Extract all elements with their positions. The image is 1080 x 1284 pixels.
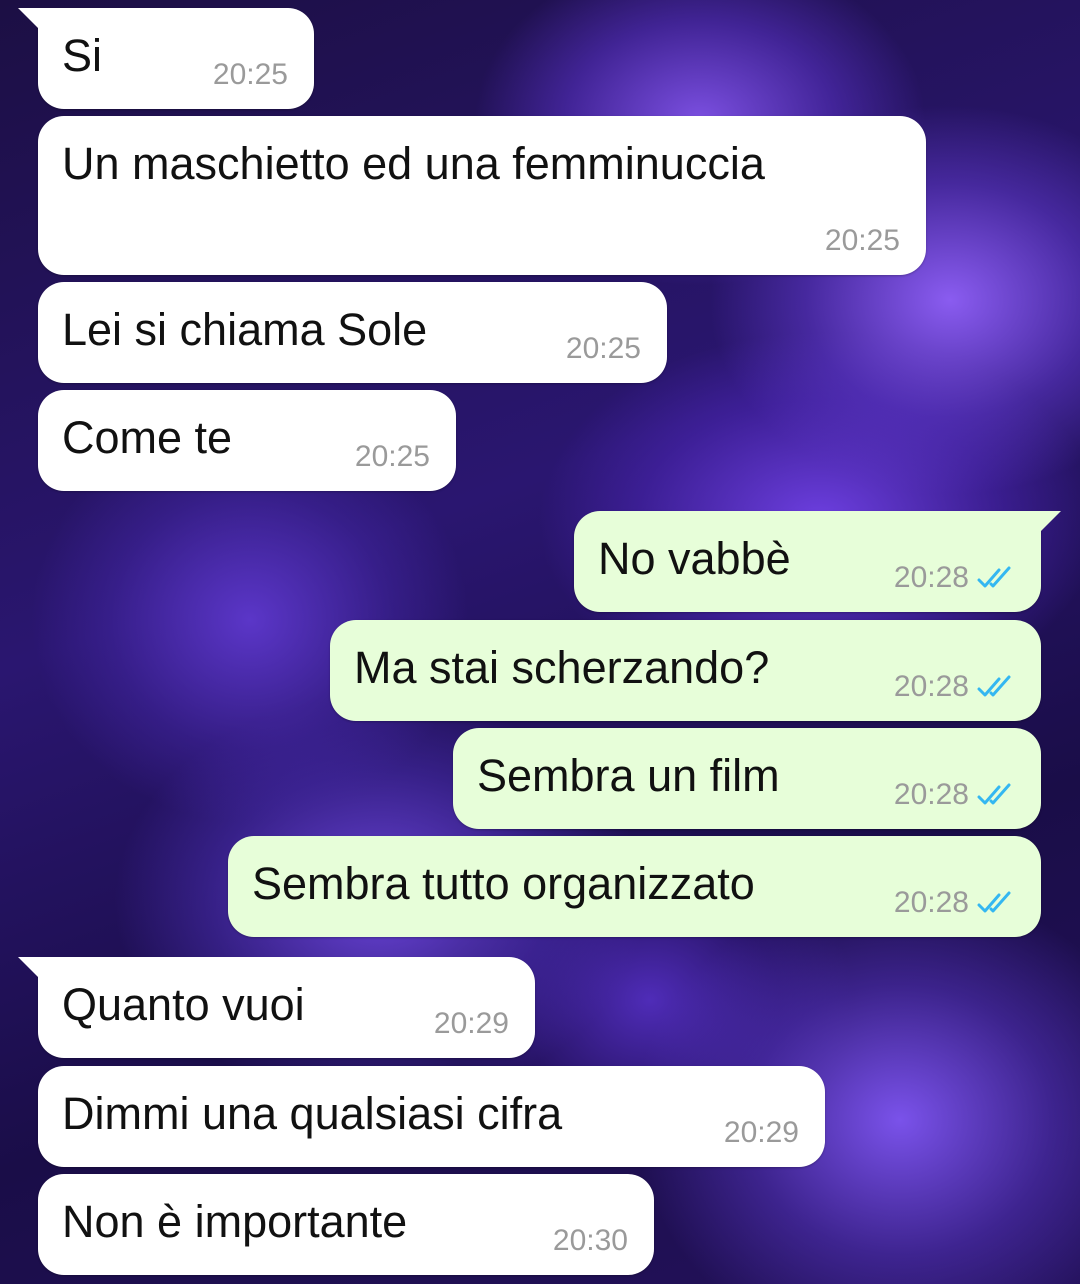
message-time-wrap: 20:28	[894, 887, 1019, 919]
message-text: Un maschietto ed una femminuccia	[62, 138, 765, 189]
message-time: 20:28	[893, 670, 969, 703]
message-time-wrap: 20:29	[434, 1008, 509, 1040]
message-time: 20:28	[893, 886, 969, 919]
message-bubble-incoming[interactable]: Non è importante 20:30	[38, 1174, 654, 1275]
message-text: Lei si chiama Sole	[62, 304, 428, 355]
message-time-wrap: 20:28	[894, 779, 1019, 811]
double-check-icon	[977, 675, 1011, 697]
message-time-wrap: 20:28	[894, 671, 1019, 703]
message-time-wrap: 20:30	[553, 1225, 628, 1257]
message-bubble-incoming[interactable]: Dimmi una qualsiasi cifra 20:29	[38, 1066, 825, 1167]
message-time: 20:25	[565, 332, 641, 365]
message-time: 20:25	[824, 224, 900, 257]
message-time: 20:25	[354, 440, 430, 473]
double-check-icon	[977, 891, 1011, 913]
message-time-wrap: 20:28	[894, 562, 1019, 594]
message-bubble-outgoing[interactable]: No vabbè 20:28	[574, 511, 1061, 612]
double-check-icon	[977, 783, 1011, 805]
message-time-wrap: 20:25	[355, 441, 430, 473]
message-time-wrap: 20:29	[724, 1117, 799, 1149]
message-text: Non è importante	[62, 1196, 408, 1247]
message-bubble-outgoing[interactable]: Sembra un film 20:28	[453, 728, 1041, 829]
message-time: 20:29	[433, 1007, 509, 1040]
message-time-wrap: 20:25	[213, 59, 288, 91]
message-bubble-outgoing[interactable]: Ma stai scherzando? 20:28	[330, 620, 1041, 721]
message-time: 20:25	[212, 58, 288, 91]
message-bubble-incoming[interactable]: Come te 20:25	[38, 390, 456, 491]
message-bubble-incoming[interactable]: Lei si chiama Sole 20:25	[38, 282, 667, 383]
message-time-wrap: 20:25	[825, 225, 900, 257]
chat-area: Si 20:25 Un maschietto ed una femminucci…	[0, 0, 1080, 1284]
message-bubble-incoming[interactable]: Un maschietto ed una femminuccia 20:25	[38, 116, 926, 275]
message-time: 20:28	[893, 778, 969, 811]
message-time: 20:28	[893, 561, 969, 594]
message-bubble-outgoing[interactable]: Sembra tutto organizzato 20:28	[228, 836, 1041, 937]
message-time: 20:29	[723, 1116, 799, 1149]
message-time-wrap: 20:25	[566, 333, 641, 365]
message-bubble-incoming[interactable]: Si 20:25	[18, 8, 314, 109]
message-time: 20:30	[552, 1224, 628, 1257]
double-check-icon	[977, 566, 1011, 588]
message-text: Dimmi una qualsiasi cifra	[62, 1088, 563, 1139]
message-bubble-incoming[interactable]: Quanto vuoi 20:29	[18, 957, 535, 1058]
